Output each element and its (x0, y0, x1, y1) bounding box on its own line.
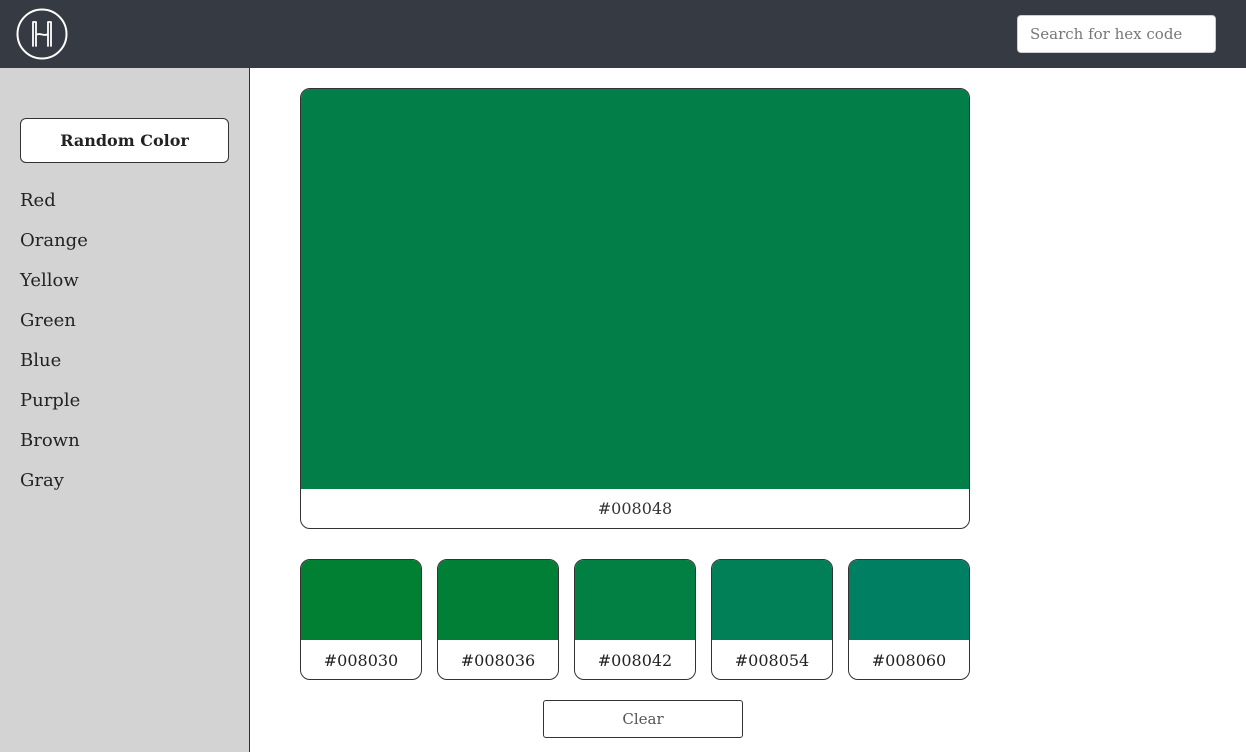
sidebar-item-yellow[interactable]: Yellow (20, 268, 88, 308)
selected-hex-label: #008048 (597, 499, 673, 518)
clear-button[interactable]: Clear (543, 700, 743, 738)
sidebar-item-brown[interactable]: Brown (20, 428, 88, 468)
sidebar-item-orange[interactable]: Orange (20, 228, 88, 268)
shade-swatch (712, 560, 832, 640)
selected-color-card: #008048 (300, 88, 970, 529)
top-bar (0, 0, 1246, 68)
shade-swatch (575, 560, 695, 640)
shade-hex-label: #008054 (734, 651, 810, 670)
sidebar-item-green[interactable]: Green (20, 308, 88, 348)
shade-card[interactable]: #008042 (574, 559, 696, 680)
shade-card[interactable]: #008060 (848, 559, 970, 680)
shade-hex-label: #008036 (460, 651, 536, 670)
sidebar-item-gray[interactable]: Gray (20, 468, 88, 508)
sidebar-item-red[interactable]: Red (20, 188, 88, 228)
sidebar-item-blue[interactable]: Blue (20, 348, 88, 388)
color-family-list: Red Orange Yellow Green Blue Purple Brow… (20, 188, 88, 508)
shade-card[interactable]: #008054 (711, 559, 833, 680)
shade-card[interactable]: #008030 (300, 559, 422, 680)
shade-swatch (849, 560, 969, 640)
shade-hex-label: #008060 (871, 651, 947, 670)
sidebar: Random Color Red Orange Yellow Green Blu… (0, 68, 250, 752)
sidebar-item-purple[interactable]: Purple (20, 388, 88, 428)
random-color-button[interactable]: Random Color (20, 118, 229, 163)
shade-swatch (301, 560, 421, 640)
selected-color-swatch (301, 89, 969, 489)
shade-swatch (438, 560, 558, 640)
shade-hex-label: #008030 (323, 651, 399, 670)
hex-search-input[interactable] (1017, 15, 1216, 53)
shade-hex-label: #008042 (597, 651, 673, 670)
shade-card[interactable]: #008036 (437, 559, 559, 680)
h-monogram-logo-icon[interactable] (16, 8, 68, 60)
shade-list: #008030 #008036 #008042 #008054 #008060 (300, 559, 970, 680)
